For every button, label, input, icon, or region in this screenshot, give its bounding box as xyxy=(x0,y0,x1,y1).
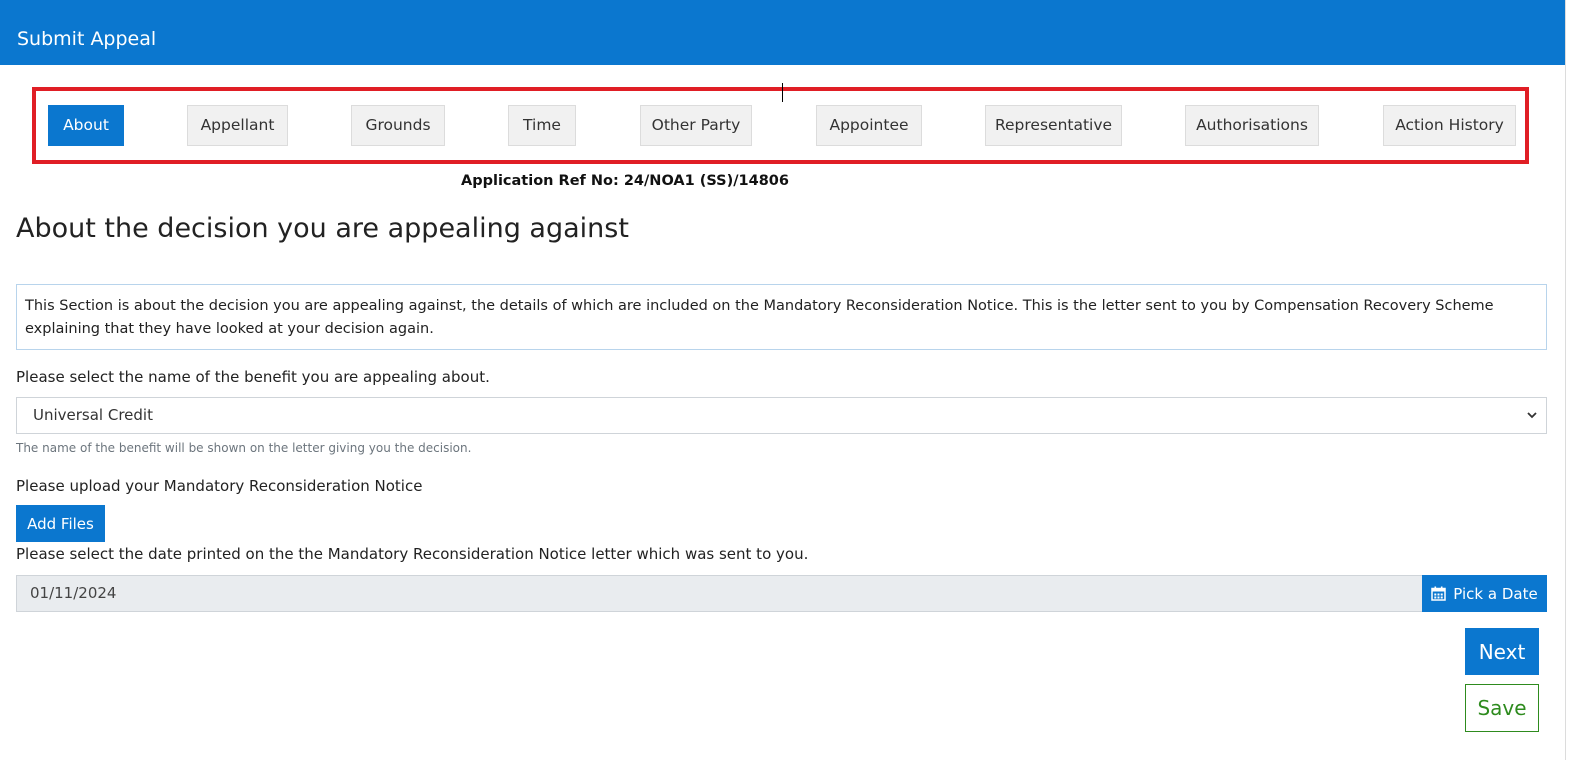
tab-action-history[interactable]: Action History xyxy=(1383,105,1516,146)
page-title: About the decision you are appealing aga… xyxy=(16,213,629,244)
calendar-icon xyxy=(1431,586,1447,601)
upload-label: Please upload your Mandatory Reconsidera… xyxy=(16,477,423,495)
benefit-hint: The name of the benefit will be shown on… xyxy=(16,441,472,455)
date-input[interactable]: 01/11/2024 xyxy=(16,575,1423,612)
benefit-select[interactable]: Universal Credit xyxy=(16,397,1547,434)
chevron-down-icon xyxy=(1526,398,1538,447)
tab-representative[interactable]: Representative xyxy=(985,105,1122,146)
application-ref: Application Ref No: 24/NOA1 (SS)/14806 xyxy=(461,173,789,189)
window-edge xyxy=(1565,0,1588,760)
save-button[interactable]: Save xyxy=(1465,684,1539,732)
next-button[interactable]: Next xyxy=(1465,628,1539,675)
info-panel: This Section is about the decision you a… xyxy=(16,284,1547,350)
tab-authorisations[interactable]: Authorisations xyxy=(1185,105,1319,146)
text-cursor xyxy=(782,83,783,102)
info-text: This Section is about the decision you a… xyxy=(25,298,1494,337)
app-title: Submit Appeal xyxy=(17,28,157,50)
benefit-label: Please select the name of the benefit yo… xyxy=(16,368,490,386)
app-header: Submit Appeal xyxy=(0,0,1565,65)
tab-appellant[interactable]: Appellant xyxy=(187,105,288,146)
tab-appointee[interactable]: Appointee xyxy=(816,105,922,146)
add-files-button[interactable]: Add Files xyxy=(16,505,105,542)
date-label: Please select the date printed on the th… xyxy=(16,545,809,563)
tab-grounds[interactable]: Grounds xyxy=(351,105,445,146)
tab-about[interactable]: About xyxy=(48,105,124,146)
benefit-selected-value: Universal Credit xyxy=(33,406,153,424)
tab-time[interactable]: Time xyxy=(508,105,576,146)
pick-date-button[interactable]: Pick a Date xyxy=(1422,575,1547,612)
tab-other-party[interactable]: Other Party xyxy=(640,105,752,146)
pick-date-label: Pick a Date xyxy=(1453,584,1538,603)
